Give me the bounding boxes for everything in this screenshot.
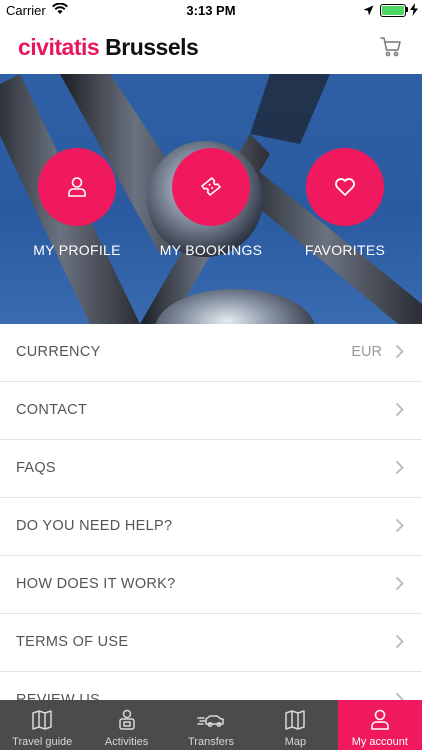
tab-travel-guide[interactable]: Travel guide	[0, 700, 84, 750]
chevron-right-icon	[395, 634, 404, 654]
car-icon	[197, 709, 225, 734]
menu-item-label: CONTACT	[16, 402, 88, 418]
tab-label: My account	[351, 736, 408, 748]
my-profile-button[interactable]: MY PROFILE	[7, 148, 147, 258]
my-bookings-label: MY BOOKINGS	[159, 242, 263, 258]
tab-label: Transfers	[187, 736, 235, 748]
tab-label: Map	[284, 736, 307, 748]
menu-item-label: FAQS	[16, 460, 56, 476]
favorites-label: FAVORITES	[304, 242, 386, 258]
chevron-right-icon	[395, 460, 404, 480]
currency-value: EUR	[351, 344, 382, 360]
my-bookings-button[interactable]: MY BOOKINGS	[141, 148, 281, 258]
charging-bolt-icon	[410, 3, 418, 19]
favorites-button[interactable]: FAVORITES	[275, 148, 415, 258]
tab-activities[interactable]: Activities	[84, 700, 168, 750]
map-book-icon	[31, 709, 53, 734]
menu-item-label: DO YOU NEED HELP?	[16, 518, 173, 534]
location-arrow-icon	[363, 4, 374, 19]
chevron-right-icon	[395, 402, 404, 422]
city-name: Brussels	[105, 34, 199, 60]
menu-item-label: HOW DOES IT WORK?	[16, 576, 176, 592]
map-icon	[284, 709, 306, 734]
account-menu-list: CURRENCY EUR CONTACT FAQS DO YOU NEED HE…	[0, 324, 422, 730]
cart-icon[interactable]	[380, 36, 402, 63]
tab-label: Travel guide	[12, 736, 73, 748]
bottom-tab-bar: Travel guide Activities Transfers Map My…	[0, 700, 422, 750]
app-logo: civitatis Brussels	[18, 34, 199, 61]
chevron-right-icon	[395, 344, 404, 364]
my-profile-label: MY PROFILE	[33, 242, 121, 258]
battery-tip	[406, 7, 408, 12]
chevron-right-icon	[395, 576, 404, 596]
status-bar: Carrier 3:13 PM	[0, 0, 422, 22]
ticket-icon	[172, 148, 250, 226]
user-icon	[38, 148, 116, 226]
menu-item-terms-of-use[interactable]: TERMS OF USE	[0, 614, 422, 672]
tab-my-account[interactable]: My account	[337, 700, 422, 750]
heart-icon	[306, 148, 384, 226]
battery-icon	[380, 4, 406, 17]
tab-map[interactable]: Map	[253, 700, 337, 750]
menu-item-label: CURRENCY	[16, 344, 101, 360]
brand-name: civitatis	[18, 34, 100, 60]
menu-item-contact[interactable]: CONTACT	[0, 382, 422, 440]
guide-person-icon	[116, 709, 138, 734]
tab-transfers[interactable]: Transfers	[169, 700, 253, 750]
chevron-right-icon	[395, 518, 404, 538]
menu-item-how-it-works[interactable]: HOW DOES IT WORK?	[0, 556, 422, 614]
menu-item-faqs[interactable]: FAQS	[0, 440, 422, 498]
menu-item-label: TERMS OF USE	[16, 634, 129, 650]
tab-label: Activities	[104, 736, 149, 748]
account-icon	[370, 709, 390, 734]
app-header: civitatis Brussels	[0, 22, 422, 75]
menu-item-need-help[interactable]: DO YOU NEED HELP?	[0, 498, 422, 556]
status-time: 3:13 PM	[186, 3, 236, 18]
menu-item-currency[interactable]: CURRENCY EUR	[0, 324, 422, 382]
